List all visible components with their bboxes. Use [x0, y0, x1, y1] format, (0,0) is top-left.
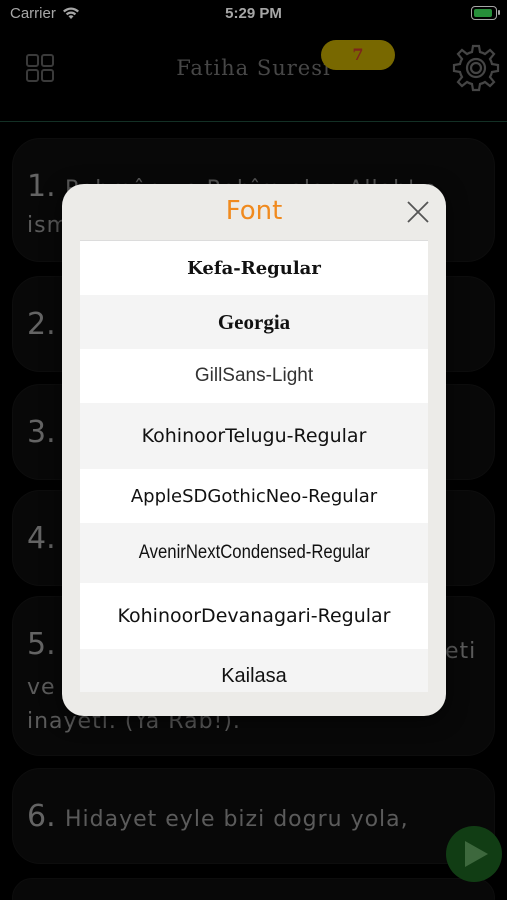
font-option-label: KohinoorDevanagari-Regular	[117, 605, 391, 627]
font-option[interactable]: Georgia	[80, 295, 428, 349]
font-option[interactable]: KohinoorDevanagari-Regular	[80, 583, 428, 649]
font-option-label: Kailasa	[221, 664, 287, 687]
font-option-label: KohinoorTelugu-Regular	[141, 425, 367, 447]
font-option[interactable]: Kefa-Regular	[80, 241, 428, 295]
font-option[interactable]: Kailasa	[80, 649, 428, 692]
font-option-label: AvenirNextCondensed-Regular	[138, 542, 370, 563]
font-option[interactable]: AvenirNextCondensed-Regular	[80, 523, 428, 583]
font-list[interactable]: Kefa-Regular Georgia GillSans-Light Kohi…	[80, 240, 428, 692]
font-option[interactable]: KohinoorTelugu-Regular	[80, 403, 428, 469]
font-option[interactable]: GillSans-Light	[80, 349, 428, 403]
font-option-label: Kefa-Regular	[187, 257, 321, 279]
font-option[interactable]: AppleSDGothicNeo-Regular	[80, 469, 428, 523]
close-icon	[407, 201, 429, 223]
font-option-label: GillSans-Light	[194, 365, 314, 386]
modal-title: Font	[225, 196, 283, 226]
font-option-label: AppleSDGothicNeo-Regular	[130, 485, 378, 507]
font-option-label: Georgia	[217, 309, 291, 334]
close-button[interactable]	[406, 200, 430, 224]
font-picker-modal: Font Kefa-Regular Georgia GillSans-Light…	[62, 184, 446, 716]
